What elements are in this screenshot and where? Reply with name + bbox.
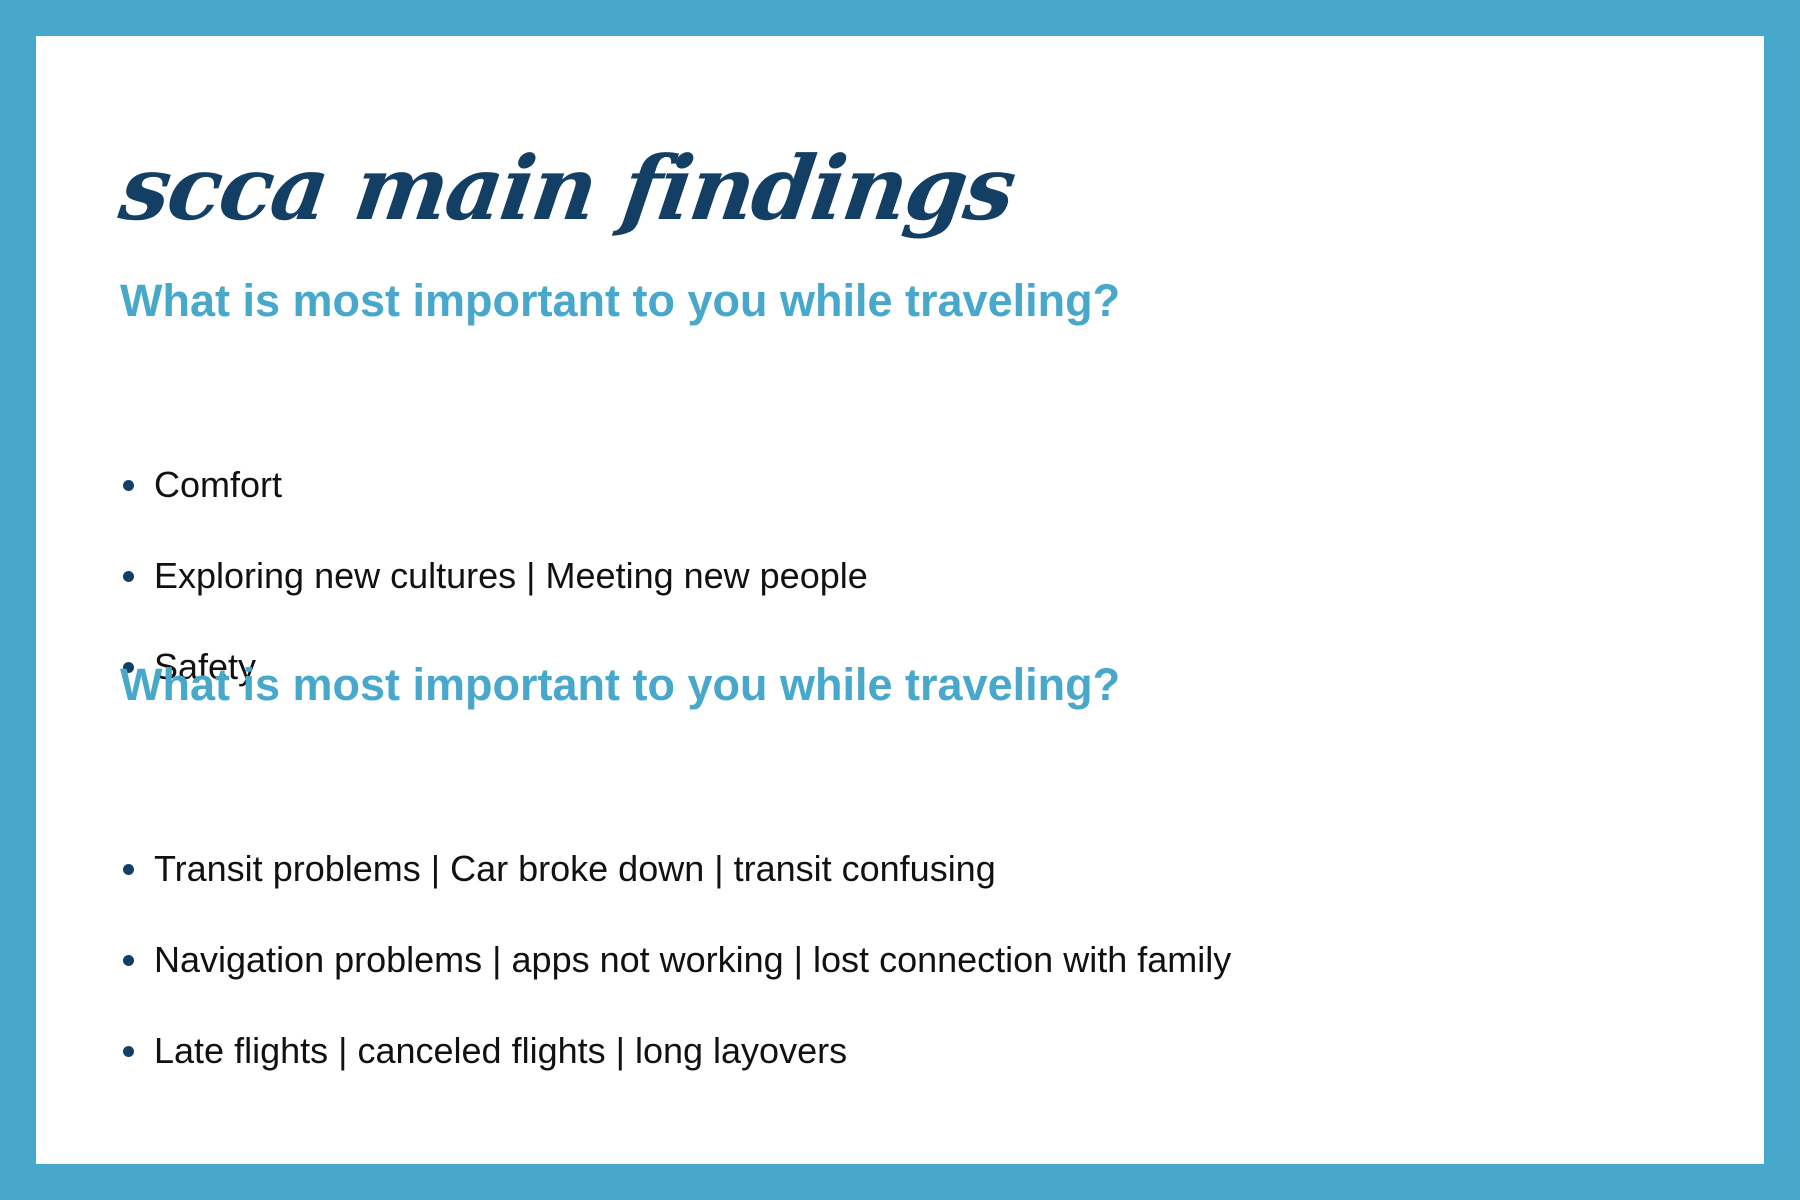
bullet-text: Navigation problems | apps not working |… — [154, 939, 1232, 980]
bullet-item: Late flights | canceled flights | long l… — [120, 1026, 847, 1076]
section-question: What is most important to you while trav… — [120, 659, 1121, 710]
bullet-dot-icon — [123, 570, 134, 582]
findings-section: What is most important to you while trav… — [120, 658, 1680, 1071]
bullet-dot-icon — [123, 863, 134, 875]
page-title: scca main findings — [113, 136, 1021, 240]
bullet-text: Transit problems | Car broke down | tran… — [154, 848, 996, 889]
bullet-item: Comfort — [120, 460, 282, 510]
slide-frame: scca main findings What is most importan… — [36, 36, 1764, 1164]
bullet-text: Late flights | canceled flights | long l… — [154, 1030, 848, 1071]
bullet-item: Navigation problems | apps not working |… — [120, 935, 1231, 985]
bullet-dot-icon — [123, 1045, 134, 1057]
bullet-dot-icon — [123, 954, 134, 966]
findings-section: What is most important to you while trav… — [120, 274, 1680, 687]
bullet-text: Exploring new cultures | Meeting new peo… — [154, 555, 868, 596]
bullet-item: Transit problems | Car broke down | tran… — [120, 844, 996, 894]
bullet-text: Comfort — [154, 464, 283, 505]
bullet-dot-icon — [123, 479, 134, 491]
section-question: What is most important to you while trav… — [120, 275, 1121, 326]
bullet-item: Exploring new cultures | Meeting new peo… — [120, 551, 868, 601]
